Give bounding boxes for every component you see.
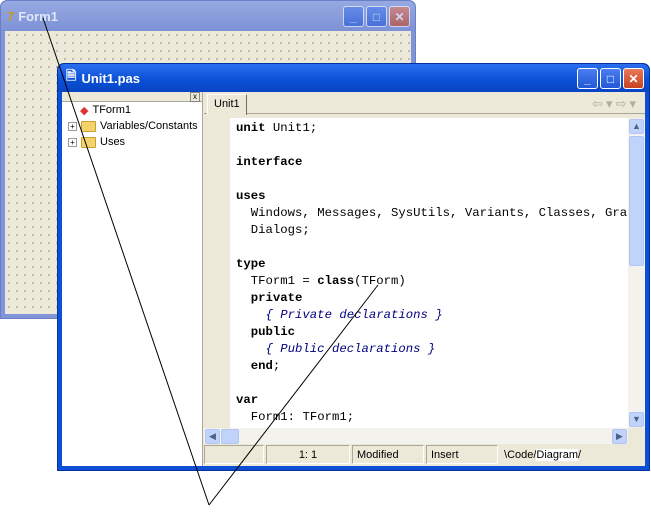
annotation-lines xyxy=(42,17,379,506)
